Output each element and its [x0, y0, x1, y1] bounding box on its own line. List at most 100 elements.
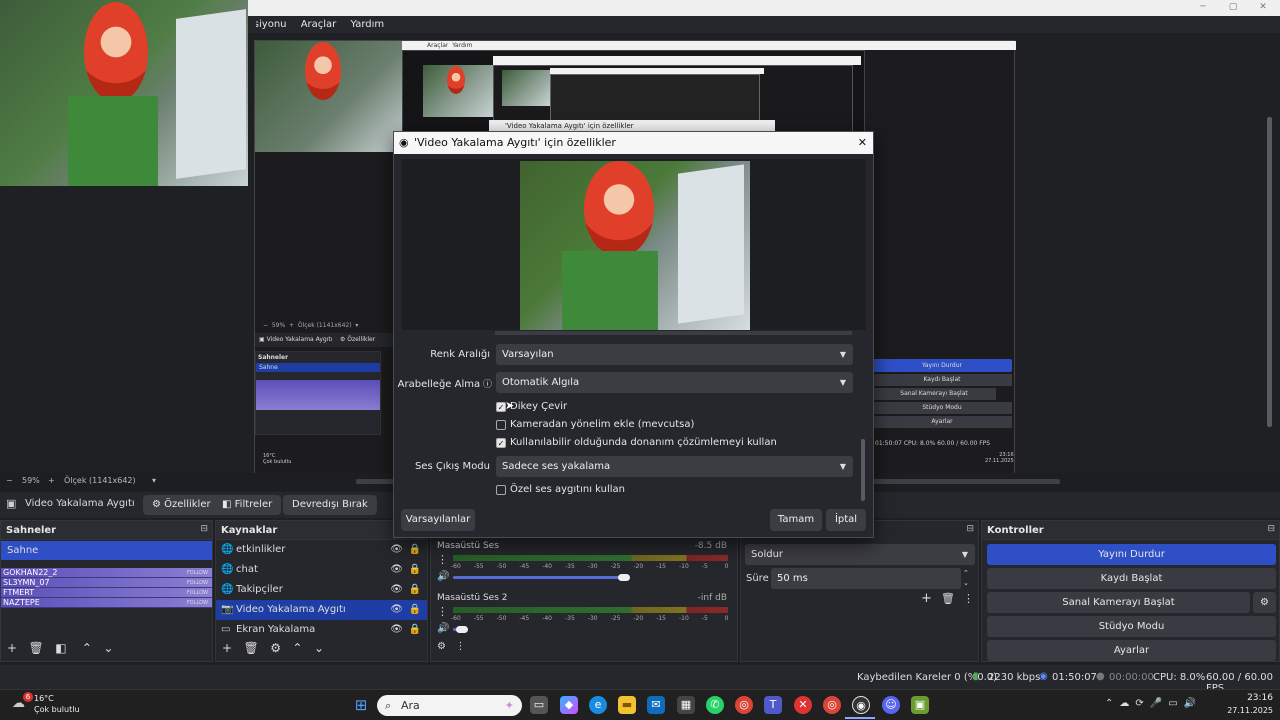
zoom-in-icon[interactable]: + [48, 476, 55, 485]
dock-menu-icon[interactable]: ⊟ [1267, 524, 1275, 534]
minimize-icon[interactable]: ─ [1188, 0, 1218, 14]
source-item[interactable]: 📷 Video Yakalama Aygıtı 👁 🔒 [216, 600, 427, 620]
mixer-settings-icon[interactable]: ⚙ [437, 641, 446, 652]
eye-icon[interactable]: 👁 [390, 600, 403, 620]
follow-item[interactable]: NAZTEPE FOLLOW [1, 598, 212, 608]
trash-icon[interactable]: 🗑 [29, 641, 44, 655]
taskbar-search[interactable]: ⌕ Ara ✦ [377, 695, 522, 716]
weather-desc[interactable]: Çok bulutlu [34, 705, 80, 714]
stop-stream-button[interactable]: Yayını Durdur [987, 544, 1276, 565]
buffering-select[interactable]: Otomatik Algıla ▼ [496, 372, 853, 393]
deactivate-button[interactable]: Devredışı Bırak [283, 495, 377, 515]
discord-icon[interactable]: ☺ [882, 696, 900, 714]
clock-time[interactable]: 23:16 [1233, 693, 1273, 703]
dock-menu-icon[interactable]: ⊟ [200, 524, 208, 534]
source-item[interactable]: 🌐 etkinlikler 👁 🔒 [216, 540, 427, 560]
studio-mode-button[interactable]: Stüdyo Modu [987, 616, 1276, 637]
settings-button[interactable]: Ayarlar [987, 640, 1276, 661]
add-icon[interactable]: + [222, 641, 232, 655]
active-app-indicator [845, 717, 875, 719]
source-item[interactable]: 🌐 chat 👁 🔒 [216, 560, 427, 580]
volume-knob[interactable] [618, 574, 631, 581]
outlook-icon[interactable]: ✉ [647, 696, 665, 714]
transition-select[interactable]: Soldur ▼ [745, 544, 975, 565]
chevron-up-icon[interactable]: ⌃ [292, 641, 302, 655]
maximize-icon[interactable]: ▢ [1218, 0, 1248, 14]
kebab-menu-icon[interactable]: ⋮ [963, 592, 974, 605]
chevron-down-icon[interactable]: ⌄ [103, 641, 113, 655]
filters-button[interactable]: ◧ Filtreler [213, 495, 282, 515]
gear-icon[interactable]: ⚙ [1253, 592, 1276, 613]
add-icon[interactable]: + [921, 591, 932, 606]
filter-icon[interactable]: ◧ [55, 641, 66, 655]
start-record-button[interactable]: Kaydı Başlat [987, 568, 1276, 589]
preview-scrollbar[interactable] [1267, 117, 1272, 427]
weather-temp[interactable]: 16°C [34, 694, 54, 703]
ok-button[interactable]: Tamam [770, 509, 822, 531]
menu-item-tools[interactable]: Araçlar [301, 16, 337, 33]
properties-button[interactable]: ⚙ Özellikler [143, 495, 220, 515]
custom-audio-checkbox[interactable] [496, 485, 506, 495]
app-green-icon[interactable]: ▣ [911, 696, 929, 714]
lock-icon[interactable]: 🔒 [409, 580, 421, 600]
trash-icon[interactable]: 🗑 [244, 641, 259, 655]
volume-slider[interactable] [453, 576, 621, 579]
chevron-down-icon[interactable]: ▾ [152, 476, 156, 485]
close-icon[interactable]: ✕ [858, 132, 867, 154]
kebab-menu-icon[interactable]: ⋮ [456, 641, 466, 652]
eye-icon[interactable]: 👁 [390, 560, 403, 580]
color-range-select[interactable]: Varsayılan ▼ [496, 344, 853, 365]
virtual-camera-button[interactable]: Sanal Kamerayı Başlat [987, 592, 1250, 613]
edge-icon[interactable]: e [589, 696, 607, 714]
speaker-icon[interactable]: 🔊 [437, 571, 449, 582]
lock-icon[interactable]: 🔒 [409, 560, 421, 580]
eye-icon[interactable]: 👁 [390, 540, 403, 560]
tray-icons[interactable]: ⌃☁⟳🎤▭🔊 [1105, 698, 1202, 709]
chrome-icon[interactable]: ◎ [735, 696, 753, 714]
chrome-profile-icon[interactable]: ◎ [823, 696, 841, 714]
source-item[interactable]: ▭ Ekran Yakalama 👁 🔒 [216, 620, 427, 640]
follow-item[interactable]: FTMERT FOLLOW [1, 588, 212, 598]
lock-icon[interactable]: 🔒 [409, 540, 421, 560]
chevron-down-icon[interactable]: ⌄ [314, 641, 324, 655]
audio-mode-select[interactable]: Sadece ses yakalama ▼ [496, 456, 853, 477]
duration-input[interactable]: 50 ms [771, 568, 961, 589]
windows-start-icon[interactable]: ⊞ [352, 696, 370, 714]
store-icon[interactable]: ▦ [677, 696, 695, 714]
hw-decode-checkbox[interactable]: ✓ [496, 438, 506, 448]
teams-icon[interactable]: T [764, 696, 782, 714]
orientation-checkbox[interactable] [496, 420, 506, 430]
clock-date[interactable]: 27.11.2025 [1213, 706, 1273, 715]
meter-tick: -55 [473, 563, 484, 570]
defaults-button[interactable]: Varsayılanlar [401, 509, 475, 531]
file-explorer-icon[interactable]: ▬ [618, 696, 636, 714]
task-view-icon[interactable]: ▭ [530, 696, 548, 714]
copilot-icon[interactable]: ◆ [560, 696, 578, 714]
volume-knob[interactable] [456, 626, 469, 633]
lock-icon[interactable]: 🔒 [409, 600, 421, 620]
app-red-icon[interactable]: ✕ [794, 696, 812, 714]
dock-menu-icon[interactable]: ⊟ [966, 524, 974, 534]
zoom-out-icon[interactable]: − [6, 476, 13, 485]
cancel-button[interactable]: İptal [826, 509, 866, 531]
close-icon[interactable]: ✕ [1248, 0, 1278, 14]
whatsapp-icon[interactable]: ✆ [706, 696, 724, 714]
source-item[interactable]: 🌐 Takipçiler 👁 🔒 [216, 580, 427, 600]
follow-item[interactable]: SL3YMN_07 FOLLOW [1, 578, 212, 588]
trash-icon[interactable]: 🗑 [941, 592, 955, 605]
obs-icon[interactable]: ◉ [852, 696, 870, 714]
eye-icon[interactable]: 👁 [390, 620, 403, 640]
chevron-up-icon[interactable]: ⌃ [82, 641, 92, 655]
add-icon[interactable]: + [7, 641, 17, 655]
follow-item[interactable]: GOKHAN22_2 FOLLOW [1, 568, 212, 578]
scene-item-sahne[interactable]: Sahne [1, 541, 212, 560]
chevron-down-icon: ▼ [839, 350, 846, 359]
duration-stepper[interactable]: ⌃ ⌄ [963, 568, 969, 588]
menu-item-help[interactable]: Yardım [350, 16, 384, 33]
globe-icon: 🌐 [221, 564, 234, 575]
speaker-icon[interactable]: 🔊 [437, 623, 449, 634]
eye-icon[interactable]: 👁 [390, 580, 403, 600]
dialog-scrollbar[interactable] [861, 439, 865, 501]
lock-icon[interactable]: 🔒 [409, 620, 421, 640]
gear-icon[interactable]: ⚙ [270, 641, 281, 655]
